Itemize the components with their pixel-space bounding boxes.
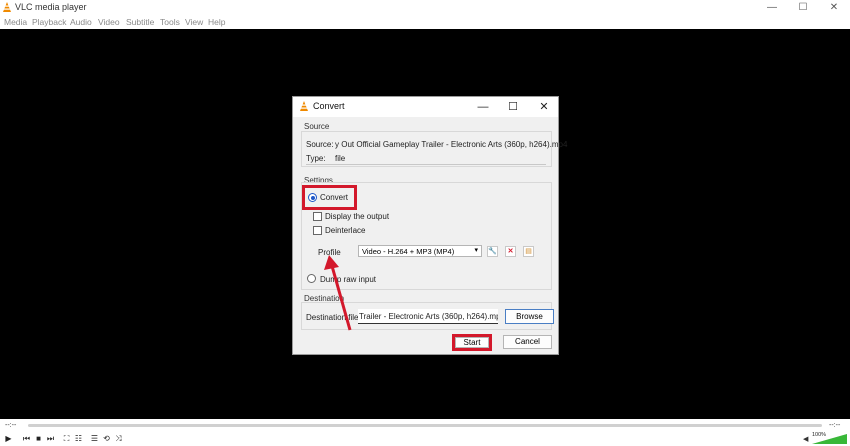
menu-view[interactable]: View — [185, 17, 203, 27]
deinterlace-label: Deinterlace — [325, 226, 366, 235]
menu-audio[interactable]: Audio — [70, 17, 92, 27]
new-profile-icon: ▤ — [525, 248, 532, 255]
stop-button[interactable]: ■ — [33, 433, 44, 444]
delete-icon: ✕ — [507, 248, 514, 255]
menu-tools[interactable]: Tools — [160, 17, 180, 27]
time-elapsed: --:-- — [5, 422, 17, 429]
menu-help[interactable]: Help — [208, 17, 225, 27]
cancel-button[interactable]: Cancel — [503, 335, 552, 349]
equalizer-icon: ☷ — [74, 434, 83, 443]
deinterlace-checkbox[interactable] — [313, 226, 322, 235]
controls-bar: ▶ ⏮ ■ ⏭ ⛶ ☷ ☰ ⟲ ⤨ ◀ 100% — [0, 432, 850, 446]
convert-radio[interactable] — [308, 193, 317, 202]
time-total: --:-- — [829, 422, 841, 429]
minimize-button[interactable]: — — [757, 0, 787, 15]
type-label: Type: — [306, 154, 326, 163]
new-profile-button[interactable]: ▤ — [523, 246, 534, 257]
loop-icon: ⟲ — [103, 434, 110, 443]
window-title: VLC media player — [15, 2, 87, 12]
title-bar: VLC media player — ☐ ✕ — [0, 0, 850, 15]
destination-file-value: Trailer - Electronic Arts (360p, h264).m… — [359, 312, 498, 321]
source-group-label: Source — [304, 122, 330, 131]
stop-icon: ■ — [36, 434, 41, 443]
vlc-cone-icon — [3, 2, 11, 12]
dialog-maximize-button[interactable]: ☐ — [501, 98, 525, 116]
chevron-down-icon: ▾ — [474, 247, 478, 254]
source-value: y Out Official Gameplay Trailer - Electr… — [335, 140, 568, 149]
playlist-icon: ☰ — [90, 434, 99, 443]
separator — [306, 164, 546, 165]
menu-media[interactable]: Media — [4, 17, 27, 27]
dialog-title: Convert — [313, 101, 345, 111]
menu-subtitle[interactable]: Subtitle — [126, 17, 154, 27]
volume-level: 100% — [812, 432, 827, 438]
playlist-button[interactable]: ☰ — [89, 433, 100, 444]
previous-icon: ⏮ — [22, 434, 31, 443]
start-button[interactable]: Start — [455, 337, 489, 348]
dialog-minimize-button[interactable]: — — [471, 98, 495, 116]
profile-select[interactable]: Video - H.264 + MP3 (MP4) ▾ — [358, 245, 482, 257]
convert-radio-label: Convert — [320, 193, 349, 202]
menu-bar: Media Playback Audio Video Subtitle Tool… — [0, 15, 850, 29]
display-output-label: Display the output — [325, 212, 390, 221]
next-button[interactable]: ⏭ — [45, 433, 56, 444]
display-output-checkbox[interactable] — [313, 212, 322, 221]
seek-row: --:-- --:-- — [0, 419, 850, 432]
next-icon: ⏭ — [46, 434, 55, 443]
delete-profile-button[interactable]: ✕ — [505, 246, 516, 257]
destination-file-input[interactable]: Trailer - Electronic Arts (360p, h264).m… — [358, 309, 498, 324]
shuffle-icon: ⤨ — [115, 434, 122, 443]
menu-video[interactable]: Video — [98, 17, 120, 27]
source-group: Source: y Out Official Gameplay Trailer … — [301, 131, 567, 167]
type-value: file — [335, 154, 346, 163]
maximize-button[interactable]: ☐ — [788, 0, 818, 15]
close-button[interactable]: ✕ — [819, 0, 849, 15]
edit-profile-button[interactable]: 🔧 — [487, 246, 498, 257]
shuffle-button[interactable]: ⤨ — [113, 433, 124, 444]
extended-settings-button[interactable]: ☷ — [73, 433, 84, 444]
vlc-cone-icon — [300, 101, 308, 111]
profile-select-value: Video - H.264 + MP3 (MP4) — [362, 247, 455, 256]
annotation-arrow — [324, 255, 352, 331]
fullscreen-button[interactable]: ⛶ — [61, 433, 72, 444]
wrench-icon: 🔧 — [488, 248, 497, 255]
play-button[interactable]: ▶ — [3, 433, 14, 444]
previous-button[interactable]: ⏮ — [21, 433, 32, 444]
dialog-close-button[interactable]: ✕ — [532, 98, 556, 116]
speaker-icon[interactable]: ◀ — [803, 435, 808, 443]
menu-playback[interactable]: Playback — [32, 17, 67, 27]
source-label: Source: — [306, 140, 334, 149]
fullscreen-icon: ⛶ — [63, 434, 70, 443]
loop-button[interactable]: ⟲ — [101, 433, 112, 444]
dump-raw-radio[interactable] — [307, 274, 316, 283]
seek-bar[interactable] — [28, 424, 822, 427]
browse-button[interactable]: Browse — [505, 309, 554, 324]
play-icon: ▶ — [5, 434, 12, 443]
dialog-title-bar: Convert — ☐ ✕ — [293, 97, 558, 117]
